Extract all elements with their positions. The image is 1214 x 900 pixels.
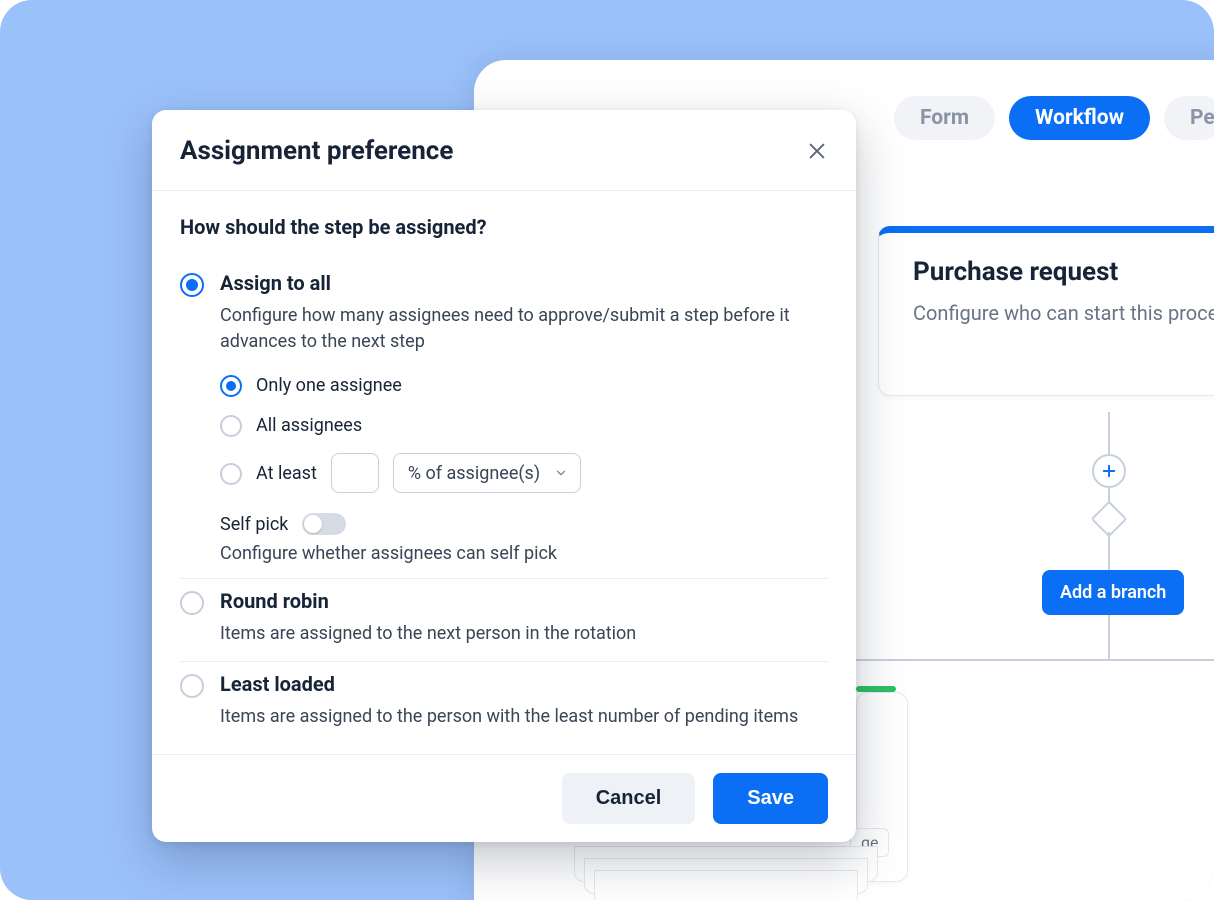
at-least-unit-select[interactable]: % of assignee(s) (393, 453, 581, 493)
add-step-button[interactable] (1092, 454, 1126, 488)
tab-permissions[interactable]: Permissions (1164, 96, 1214, 140)
modal-question: How should the step be assigned? (180, 215, 828, 239)
option-body: Least loaded Items are assigned to the p… (220, 672, 828, 730)
editor-tabs: Form Workflow Permissions (894, 96, 1214, 140)
at-least-value-input[interactable] (331, 453, 379, 493)
modal-body: How should the step be assigned? Assign … (152, 191, 856, 754)
save-button[interactable]: Save (713, 773, 828, 824)
radio-at-least[interactable] (220, 463, 242, 485)
suboption-label: Only one assignee (256, 375, 402, 396)
option-title: Round robin (220, 589, 828, 613)
option-least-loaded[interactable]: Least loaded Items are assigned to the p… (180, 662, 828, 744)
tab-form[interactable]: Form (894, 96, 995, 140)
option-description: Configure how many assignees need to app… (220, 303, 828, 355)
suboption-label: All assignees (256, 415, 362, 436)
radio-round-robin[interactable] (180, 591, 204, 615)
modal-footer: Cancel Save (152, 754, 856, 842)
assignment-preference-modal: Assignment preference How should the ste… (152, 110, 856, 842)
self-pick-label: Self pick (220, 514, 288, 535)
option-body: Assign to all Configure how many assigne… (220, 271, 828, 564)
suboption-at-least[interactable]: At least % of assignee(s) (220, 453, 828, 493)
connector-line (1108, 412, 1110, 454)
suboption-only-one[interactable]: Only one assignee (220, 373, 828, 397)
chevron-down-icon (554, 466, 568, 480)
suboption-all-assignees[interactable]: All assignees (220, 413, 828, 437)
radio-all-assignees[interactable] (220, 415, 242, 437)
plus-icon (1100, 462, 1118, 480)
radio-only-one-assignee[interactable] (220, 375, 242, 397)
modal-title: Assignment preference (180, 136, 453, 166)
workflow-card-subtitle: Configure who can start this process (913, 301, 1209, 325)
option-title: Least loaded (220, 672, 828, 696)
stage: Form Workflow Permissions Purchase reque… (0, 0, 1214, 900)
workflow-start-card[interactable]: Purchase request Configure who can start… (878, 226, 1214, 396)
option-title: Assign to all (220, 271, 828, 295)
suboption-label: At least (256, 463, 317, 484)
assign-all-suboptions: Only one assignee All assignees At least… (220, 373, 828, 493)
option-description: Items are assigned to the next person in… (220, 621, 828, 647)
radio-least-loaded[interactable] (180, 674, 204, 698)
self-pick-toggle[interactable] (302, 513, 346, 535)
option-body: Round robin Items are assigned to the ne… (220, 589, 828, 647)
self-pick-section: Self pick Configure whether assignees ca… (220, 513, 828, 564)
self-pick-description: Configure whether assignees can self pic… (220, 543, 828, 564)
close-icon[interactable] (806, 140, 828, 162)
stacked-cards (566, 860, 886, 900)
option-round-robin[interactable]: Round robin Items are assigned to the ne… (180, 579, 828, 661)
workflow-card-title: Purchase request (913, 257, 1209, 287)
option-description: Items are assigned to the person with th… (220, 704, 828, 730)
radio-assign-to-all[interactable] (180, 273, 204, 297)
select-value: % of assignee(s) (408, 463, 540, 484)
option-assign-to-all[interactable]: Assign to all Configure how many assigne… (180, 261, 828, 578)
cancel-button[interactable]: Cancel (562, 773, 696, 824)
modal-header: Assignment preference (152, 110, 856, 191)
add-branch-button[interactable]: Add a branch (1042, 570, 1184, 615)
tab-workflow[interactable]: Workflow (1009, 96, 1150, 140)
